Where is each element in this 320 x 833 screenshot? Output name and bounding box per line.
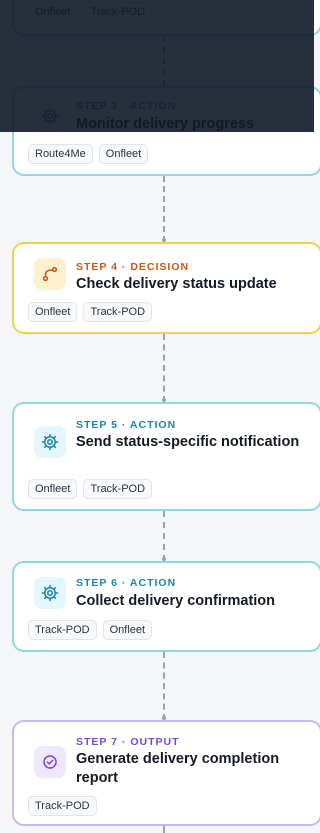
step-title: Collect delivery confirmation [76,593,276,609]
step-icon-box [34,746,66,778]
tool-tag-list: Onfleet Track-POD [28,302,153,322]
step-label: STEP 6 · ACTION [76,577,177,589]
check-circle-icon [43,755,57,769]
step-icon-box [34,577,66,609]
tool-tag: Onfleet [102,620,153,640]
connector-line [163,334,165,402]
tool-tag: Track-POD [83,2,153,22]
step-label: STEP 7 · OUTPUT [76,736,180,748]
step-title: Monitor delivery progress [76,116,255,132]
connector-line [163,176,165,242]
workflow-step-card[interactable]: STEP 5 · ACTION Send status-specific not… [12,402,320,511]
workflow-step-card[interactable]: STEP 3 · ACTION Monitor delivery progres… [12,86,320,176]
tool-tag-list: Onfleet Track-POD [28,2,153,22]
tool-tag: Onfleet [28,479,78,499]
tool-tag-list: Onfleet Track-POD [28,479,153,499]
branch-icon [42,266,58,282]
workflow-step-card[interactable]: Onfleet Track-POD [12,0,320,36]
connector-line [163,36,165,86]
step-label: STEP 5 · ACTION [76,419,177,431]
tool-tag: Onfleet [28,2,78,22]
step-title: Generate delivery completion report [76,751,280,786]
tool-tag-list: Track-POD Onfleet [28,620,153,640]
tool-tag-list: Route4Me Onfleet [28,144,149,164]
step-title: Send status-specific notification [76,434,300,450]
tool-tag-list: Track-POD [28,796,97,816]
connector-line [163,826,165,833]
connector-line [163,652,165,720]
step-label: STEP 4 · DECISION [76,261,190,273]
tool-tag: Onfleet [98,144,149,164]
gear-icon [41,107,59,125]
tool-tag: Track-POD [83,302,153,322]
step-icon-box [34,426,66,458]
tool-tag: Track-POD [83,479,153,499]
step-label: STEP 3 · ACTION [76,100,177,112]
gear-icon [41,433,59,451]
tool-tag: Track-POD [28,620,97,640]
workflow-step-card[interactable]: STEP 4 · DECISION Check delivery status … [12,242,320,334]
workflow-step-card[interactable]: STEP 7 · OUTPUT Generate delivery comple… [12,720,320,826]
tool-tag: Onfleet [28,302,78,322]
step-icon-box [34,100,66,132]
step-title: Check delivery status update [76,276,277,292]
connector-line [163,511,165,561]
step-icon-box [34,258,66,290]
workflow-step-card[interactable]: STEP 6 · ACTION Collect delivery confirm… [12,561,320,652]
gear-icon [41,584,59,602]
tool-tag: Route4Me [28,144,93,164]
tool-tag: Track-POD [28,796,97,816]
